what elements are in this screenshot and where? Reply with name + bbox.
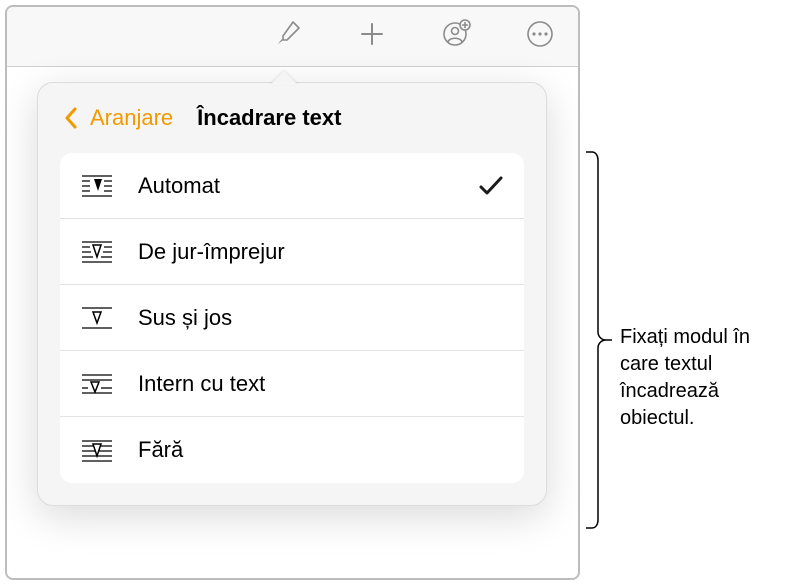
back-button[interactable]: Aranjare (90, 105, 173, 131)
option-label: Intern cu text (138, 371, 504, 397)
app-window: Aranjare Încadrare text (5, 5, 580, 580)
wrap-text-popover: Aranjare Încadrare text (37, 82, 547, 506)
popover-title: Încadrare text (197, 105, 341, 131)
insert-button[interactable] (354, 19, 390, 55)
option-label: De jur-împrejur (138, 239, 504, 265)
wrap-none-icon (80, 437, 114, 463)
wrap-options-list: Automat (60, 153, 524, 483)
wrap-option-inline[interactable]: Intern cu text (60, 351, 524, 417)
option-label: Sus și jos (138, 305, 504, 331)
ellipsis-circle-icon (525, 19, 555, 54)
wrap-option-none[interactable]: Fără (60, 417, 524, 483)
checkmark-icon (478, 175, 504, 197)
wrap-above-below-icon (80, 305, 114, 331)
collaborate-button[interactable] (438, 19, 474, 55)
more-button[interactable] (522, 19, 558, 55)
wrap-inline-icon (80, 371, 114, 397)
chevron-left-icon[interactable] (62, 105, 80, 131)
option-label: Fără (138, 437, 504, 463)
wrap-around-icon (80, 239, 114, 265)
paintbrush-icon (273, 19, 303, 54)
callout-bracket (584, 150, 612, 530)
callout-description: Fixați modul în care textul încadrează o… (620, 324, 785, 432)
wrap-option-above-below[interactable]: Sus și jos (60, 285, 524, 351)
wrap-automatic-icon (80, 173, 114, 199)
option-label: Automat (138, 173, 478, 199)
format-button[interactable] (270, 19, 306, 55)
toolbar (7, 7, 578, 67)
popover-header: Aranjare Încadrare text (60, 105, 524, 131)
person-add-icon (441, 19, 471, 54)
wrap-option-automat[interactable]: Automat (60, 153, 524, 219)
wrap-option-around[interactable]: De jur-împrejur (60, 219, 524, 285)
plus-icon (357, 19, 387, 54)
